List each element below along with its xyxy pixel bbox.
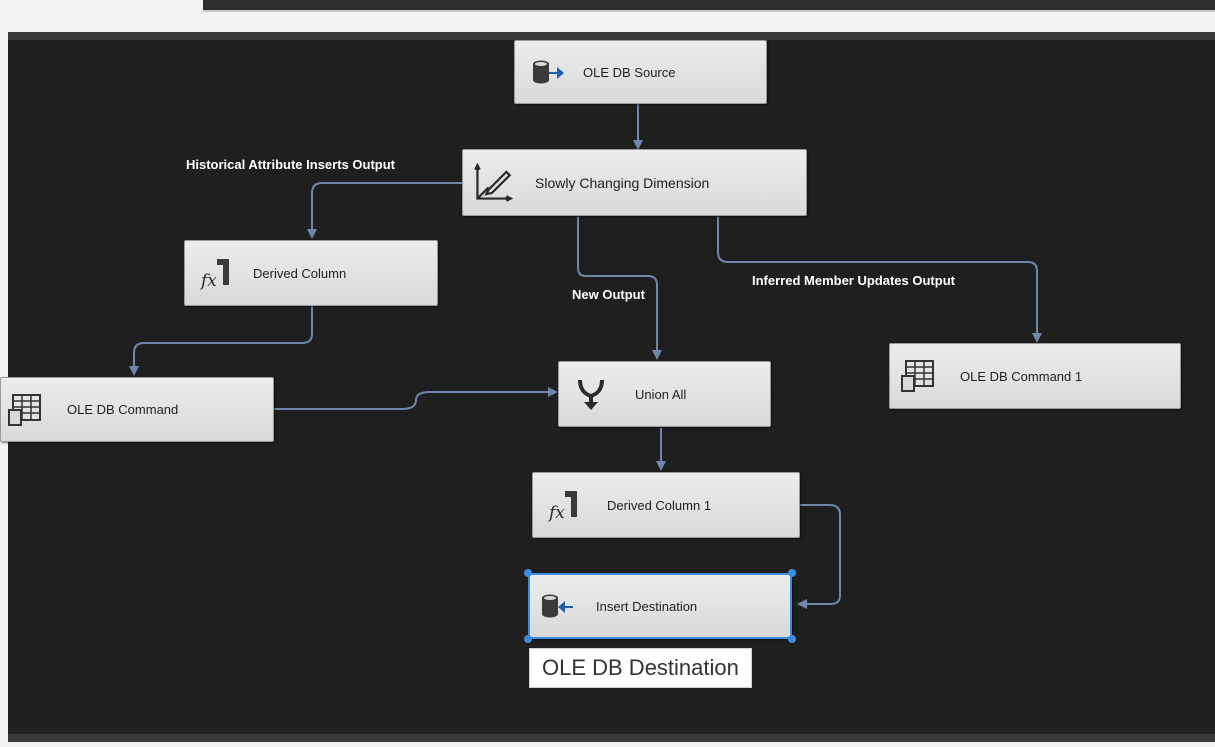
node-ole-db-command[interactable]: OLE DB Command	[0, 377, 274, 442]
node-label: Union All	[635, 386, 687, 402]
node-ole-db-command-1[interactable]: OLE DB Command 1	[889, 343, 1181, 409]
path-label-inferred: Inferred Member Updates Output	[752, 273, 955, 288]
database-destination-icon	[542, 594, 573, 618]
node-label: Derived Column 1	[607, 497, 712, 513]
node-label: Derived Column	[253, 265, 347, 281]
flow-command-to-union[interactable]	[274, 387, 558, 410]
fx-icon: fx	[547, 491, 577, 523]
svg-text:fx: fx	[199, 271, 217, 291]
selection-handle-bottom-right[interactable]	[788, 635, 796, 643]
node-label: OLE DB Source	[583, 64, 676, 80]
table-command-icon	[901, 360, 934, 392]
database-source-icon	[533, 60, 564, 84]
flow-derived-to-command[interactable]	[129, 306, 313, 376]
selection-handle-top-right[interactable]	[788, 569, 796, 577]
table-command-icon	[8, 393, 41, 426]
scd-edit-icon	[474, 162, 513, 202]
node-union-all[interactable]: Union All	[558, 361, 771, 427]
selection-handle-top-left[interactable]	[524, 569, 532, 577]
fx-icon: fx	[199, 259, 229, 291]
svg-text:fx: fx	[547, 503, 565, 523]
flow-derived1-to-destination[interactable]	[797, 504, 841, 609]
node-label: Slowly Changing Dimension	[535, 174, 710, 191]
node-insert-destination[interactable]: Insert Destination	[528, 573, 792, 639]
flow-scd-historical[interactable]	[307, 182, 462, 239]
node-label: Insert Destination	[596, 598, 698, 614]
tooltip: OLE DB Destination	[529, 648, 752, 688]
node-label: OLE DB Command	[67, 402, 179, 417]
node-derived-column[interactable]: fx Derived Column	[184, 240, 438, 306]
node-slowly-changing-dimension[interactable]: Slowly Changing Dimension	[462, 149, 807, 216]
union-all-icon	[578, 380, 604, 410]
node-label: OLE DB Command 1	[960, 368, 1083, 384]
node-derived-column-1[interactable]: fx Derived Column 1	[532, 472, 800, 538]
path-label-new-output: New Output	[572, 287, 645, 302]
path-label-historical: Historical Attribute Inserts Output	[186, 157, 395, 172]
selection-handle-bottom-left[interactable]	[524, 635, 532, 643]
node-ole-db-source[interactable]: OLE DB Source	[514, 40, 767, 104]
